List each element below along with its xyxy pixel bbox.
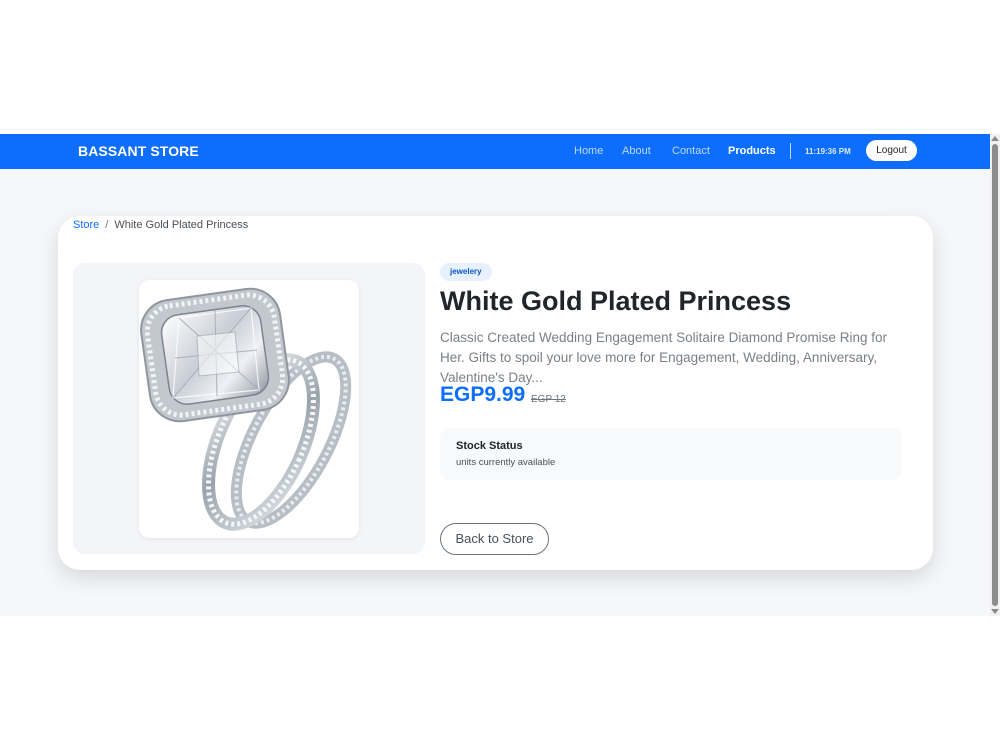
product-image (139, 280, 359, 538)
breadcrumb-separator: / (105, 219, 109, 231)
product-description: Classic Created Wedding Engagement Solit… (440, 330, 887, 385)
page-viewport: BASSANT STORE Home About Contact Product… (0, 134, 1000, 616)
product-old-price: EGP 12 (531, 394, 566, 405)
stock-status-title: Stock Status (456, 440, 523, 452)
scroll-thumb[interactable] (992, 144, 998, 606)
vertical-scrollbar[interactable] (990, 134, 1000, 616)
scroll-up-arrow-icon[interactable] (991, 136, 999, 141)
nav-contact-link[interactable]: Contact (672, 145, 710, 157)
brand-logo[interactable]: BASSANT STORE (78, 143, 199, 159)
product-price: EGP9.99 (440, 383, 526, 406)
scroll-down-arrow-icon[interactable] (991, 609, 999, 614)
back-to-store-button[interactable]: Back to Store (440, 523, 549, 555)
product-card: Store / White Gold Plated Princess jewel… (58, 216, 933, 570)
logout-button[interactable]: Logout (866, 140, 917, 161)
nav-divider (790, 143, 791, 159)
category-badge: jewelery (440, 263, 492, 281)
product-image-panel (73, 263, 425, 554)
clock-display: 11:19:36 PM (805, 147, 851, 156)
breadcrumb: Store / White Gold Plated Princess (73, 219, 248, 231)
nav-products-link[interactable]: Products (728, 145, 776, 157)
breadcrumb-store-link[interactable]: Store (73, 219, 99, 231)
stock-status-subtitle: units currently available (456, 457, 556, 468)
top-navbar: BASSANT STORE Home About Contact Product… (0, 134, 990, 169)
nav-about-link[interactable]: About (622, 145, 651, 157)
nav-home-link[interactable]: Home (574, 145, 603, 157)
stock-status-box: Stock Status units currently available (440, 428, 902, 480)
product-title: White Gold Plated Princess (440, 286, 792, 316)
diamond-ring-image (140, 287, 352, 531)
breadcrumb-current: White Gold Plated Princess (114, 219, 249, 231)
